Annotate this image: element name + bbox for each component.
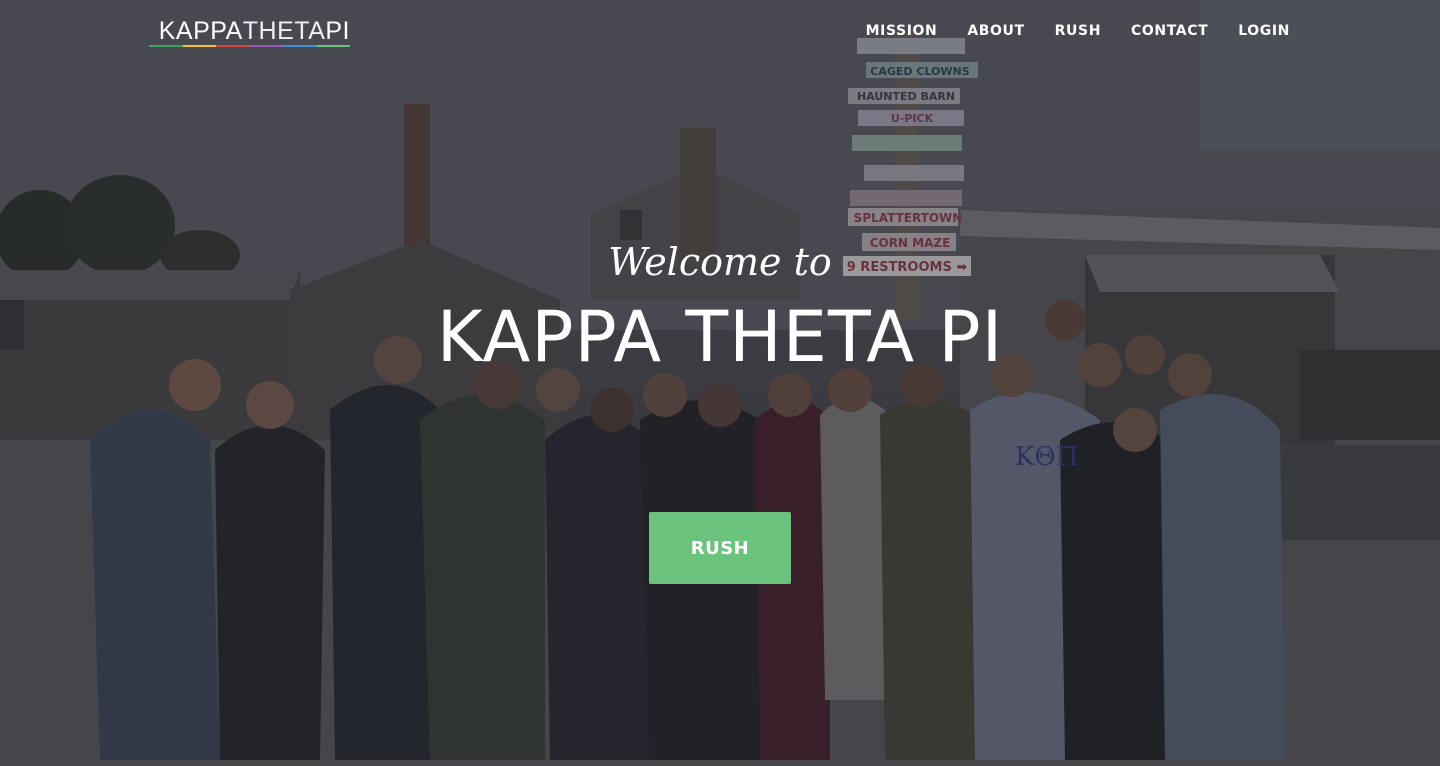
logo-part-kappa: KAPPA [158, 17, 243, 45]
main-nav: MISSION ABOUT RUSH CONTACT LOGIN [866, 23, 1290, 39]
welcome-heading: Welcome to [608, 240, 832, 284]
nav-link-contact[interactable]: CONTACT [1131, 23, 1208, 39]
logo-color-stripes [149, 45, 350, 47]
hero-title: KAPPA THETA PI [436, 296, 1004, 378]
dark-overlay [0, 0, 1440, 766]
nav-link-mission[interactable]: MISSION [866, 23, 938, 39]
nav-link-about[interactable]: ABOUT [967, 23, 1024, 39]
logo-part-pi: PI [325, 17, 350, 45]
nav-link-rush[interactable]: RUSH [1055, 23, 1101, 39]
logo-part-theta: THETA [242, 17, 326, 45]
site-logo[interactable]: KAPPA THETA PI [149, 18, 350, 48]
hero-section: SPLATTERTOWN CORN MAZE 9 RESTROOMS ➡ HAU… [0, 0, 1440, 766]
nav-link-login[interactable]: LOGIN [1238, 23, 1290, 39]
rush-button[interactable]: RUSH [649, 512, 791, 584]
